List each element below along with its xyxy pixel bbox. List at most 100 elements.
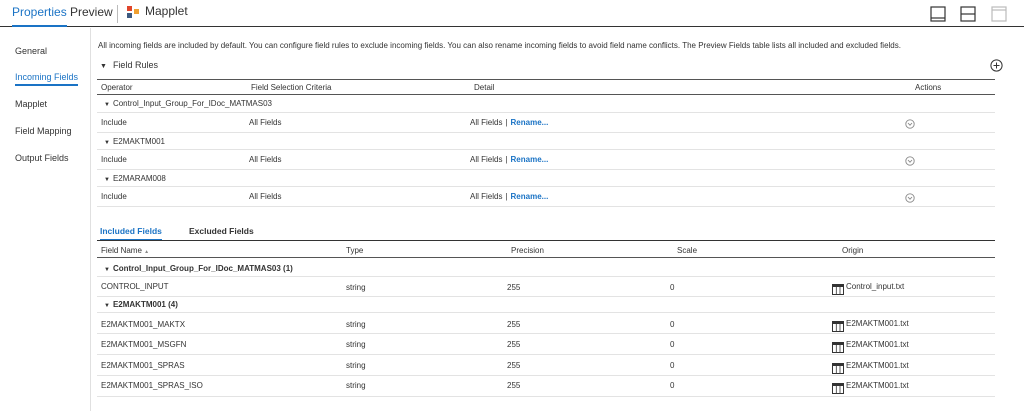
field-origin: E2MAKTM001.txt	[846, 319, 909, 328]
row-actions-icon[interactable]	[905, 156, 915, 166]
field-type: string	[346, 283, 366, 292]
row-divider	[97, 312, 995, 313]
field-group-name: Control_Input_Group_For_IDoc_MATMAS03 (1…	[112, 264, 293, 273]
field-group-name: E2MAKTM001 (4)	[112, 300, 178, 309]
rule-group-toggle[interactable]: ▼ E2MARAM008	[104, 174, 166, 183]
field-precision: 255	[507, 381, 521, 390]
field-scale: 0	[670, 320, 675, 329]
rule-criteria: All Fields	[249, 192, 282, 201]
row-divider	[97, 354, 995, 355]
rule-group-toggle[interactable]: ▼ Control_Input_Group_For_IDoc_MATMAS03	[104, 99, 272, 108]
layout-top-panel-icon[interactable]	[991, 6, 1007, 22]
caret-down-icon: ▼	[104, 140, 110, 146]
sort-asc-icon: ▲	[144, 249, 150, 255]
row-divider	[97, 206, 995, 207]
field-type: string	[346, 340, 366, 349]
sidebar-item-incoming-fields[interactable]: Incoming Fields	[15, 72, 79, 86]
row-divider	[97, 132, 995, 133]
tab-underline	[97, 240, 995, 241]
col-field-name[interactable]: Field Name ▲	[101, 246, 149, 255]
row-divider	[97, 169, 995, 170]
field-origin: E2MAKTM001.txt	[846, 361, 909, 370]
tab-preview[interactable]: Preview	[70, 4, 113, 27]
info-text: All incoming fields are included by defa…	[98, 41, 901, 50]
sidebar-item-mapplet[interactable]: Mapplet	[15, 99, 47, 109]
row-actions-icon[interactable]	[905, 119, 915, 129]
rename-link[interactable]: Rename...	[511, 155, 549, 164]
row-divider	[97, 396, 995, 397]
sidebar-item-field-mapping[interactable]: Field Mapping	[15, 126, 72, 136]
rule-operator: Include	[101, 192, 127, 201]
field-precision: 255	[507, 283, 521, 292]
row-divider	[97, 149, 995, 150]
field-scale: 0	[670, 340, 675, 349]
row-divider	[97, 375, 995, 376]
col-origin[interactable]: Origin	[842, 246, 863, 255]
col-detail: Detail	[474, 83, 495, 92]
field-precision: 255	[507, 361, 521, 370]
field-name: CONTROL_INPUT	[101, 282, 169, 291]
field-origin: E2MAKTM001.txt	[846, 340, 909, 349]
caret-down-icon: ▼	[104, 303, 110, 309]
field-type: string	[346, 361, 366, 370]
sidebar: General Incoming Fields Mapplet Field Ma…	[0, 28, 90, 411]
table-icon	[832, 321, 844, 332]
rule-detail-text: All Fields	[470, 155, 503, 164]
col-type[interactable]: Type	[346, 246, 363, 255]
tab-excluded-fields[interactable]: Excluded Fields	[189, 226, 254, 236]
row-divider	[97, 296, 995, 297]
rules-table-header: Operator Field Selection Criteria Detail…	[97, 79, 995, 95]
tab-properties[interactable]: Properties	[12, 4, 67, 27]
field-group-toggle[interactable]: ▼ Control_Input_Group_For_IDoc_MATMAS03 (…	[104, 264, 293, 273]
table-icon	[832, 342, 844, 353]
field-name: E2MAKTM001_MAKTX	[101, 320, 186, 329]
sidebar-item-general[interactable]: General	[15, 46, 47, 56]
row-divider	[97, 186, 995, 187]
layout-split-panel-icon[interactable]	[960, 6, 976, 22]
sidebar-item-output-fields[interactable]: Output Fields	[15, 153, 69, 163]
caret-down-icon: ▼	[104, 267, 110, 273]
rule-group-name: E2MARAM008	[112, 174, 166, 183]
table-icon	[832, 383, 844, 394]
field-name: E2MAKTM001_SPRAS_ISO	[101, 381, 203, 390]
top-bar: Properties Preview Mapplet	[0, 0, 1024, 27]
row-divider	[97, 276, 995, 277]
rule-group-toggle[interactable]: ▼ E2MAKTM001	[104, 137, 165, 146]
field-scale: 0	[670, 283, 675, 292]
add-rule-icon[interactable]	[990, 59, 1003, 72]
layout-bottom-panel-icon[interactable]	[930, 6, 946, 22]
field-type: string	[346, 381, 366, 390]
rule-criteria: All Fields	[249, 118, 282, 127]
rule-group-name: Control_Input_Group_For_IDoc_MATMAS03	[112, 99, 272, 108]
field-precision: 255	[507, 340, 521, 349]
col-operator: Operator	[101, 83, 133, 92]
field-rules-label: Field Rules	[112, 60, 158, 70]
content-divider	[90, 28, 91, 411]
field-group-toggle[interactable]: ▼ E2MAKTM001 (4)	[104, 300, 178, 309]
col-precision[interactable]: Precision	[511, 246, 544, 255]
field-name: E2MAKTM001_SPRAS	[101, 361, 185, 370]
rule-detail-text: All Fields	[470, 118, 503, 127]
field-rules-toggle[interactable]: ▼ Field Rules	[100, 60, 158, 70]
col-field-name-label: Field Name	[101, 246, 142, 255]
col-field-selection-criteria: Field Selection Criteria	[251, 83, 332, 92]
rule-criteria: All Fields	[249, 155, 282, 164]
fields-table-header: Field Name ▲ Type Precision Scale Origin	[97, 243, 995, 258]
mapplet-icon	[127, 6, 139, 18]
field-precision: 255	[507, 320, 521, 329]
field-type: string	[346, 320, 366, 329]
tab-included-fields[interactable]: Included Fields	[100, 226, 162, 241]
rule-operator: Include	[101, 155, 127, 164]
rule-detail: All Fields | Rename...	[470, 155, 549, 164]
rename-link[interactable]: Rename...	[511, 118, 549, 127]
divider	[117, 5, 118, 23]
field-scale: 0	[670, 361, 675, 370]
rename-link[interactable]: Rename...	[511, 192, 549, 201]
table-icon	[832, 363, 844, 374]
rule-group-name: E2MAKTM001	[112, 137, 165, 146]
rule-detail: All Fields | Rename...	[470, 118, 549, 127]
caret-down-icon: ▼	[104, 177, 110, 183]
col-scale[interactable]: Scale	[677, 246, 697, 255]
row-actions-icon[interactable]	[905, 193, 915, 203]
col-actions: Actions	[915, 83, 942, 92]
